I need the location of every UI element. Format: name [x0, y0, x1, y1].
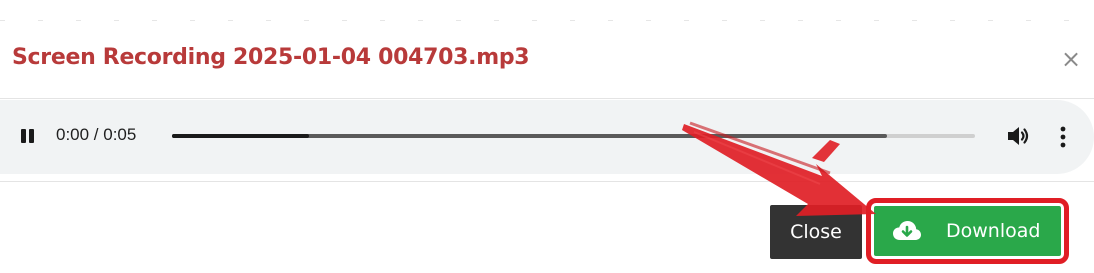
download-button[interactable]: Download — [874, 206, 1061, 256]
header-divider — [0, 98, 1094, 99]
more-options-icon-graphic — [1060, 126, 1066, 148]
pause-icon[interactable] — [18, 127, 36, 147]
dashed-separator — [0, 20, 1094, 21]
download-label: Download — [946, 220, 1041, 242]
close-icon[interactable]: × — [1060, 44, 1082, 74]
progress-slider[interactable] — [172, 134, 975, 138]
footer-divider — [0, 181, 1094, 182]
time-display: 0:00 / 0:05 — [56, 125, 137, 144]
volume-icon[interactable] — [1006, 124, 1032, 148]
progress-fill — [172, 134, 309, 138]
audio-player: 0:00 / 0:05 — [0, 100, 1094, 174]
modal-title: Screen Recording 2025-01-04 004703.mp3 — [12, 45, 530, 70]
volume-icon-graphic — [1008, 127, 1029, 145]
close-button[interactable]: Close — [770, 205, 862, 259]
download-modal: Screen Recording 2025-01-04 004703.mp3 ×… — [0, 0, 1094, 273]
cloud-download-icon — [892, 219, 922, 243]
more-options-icon[interactable] — [1054, 124, 1072, 150]
